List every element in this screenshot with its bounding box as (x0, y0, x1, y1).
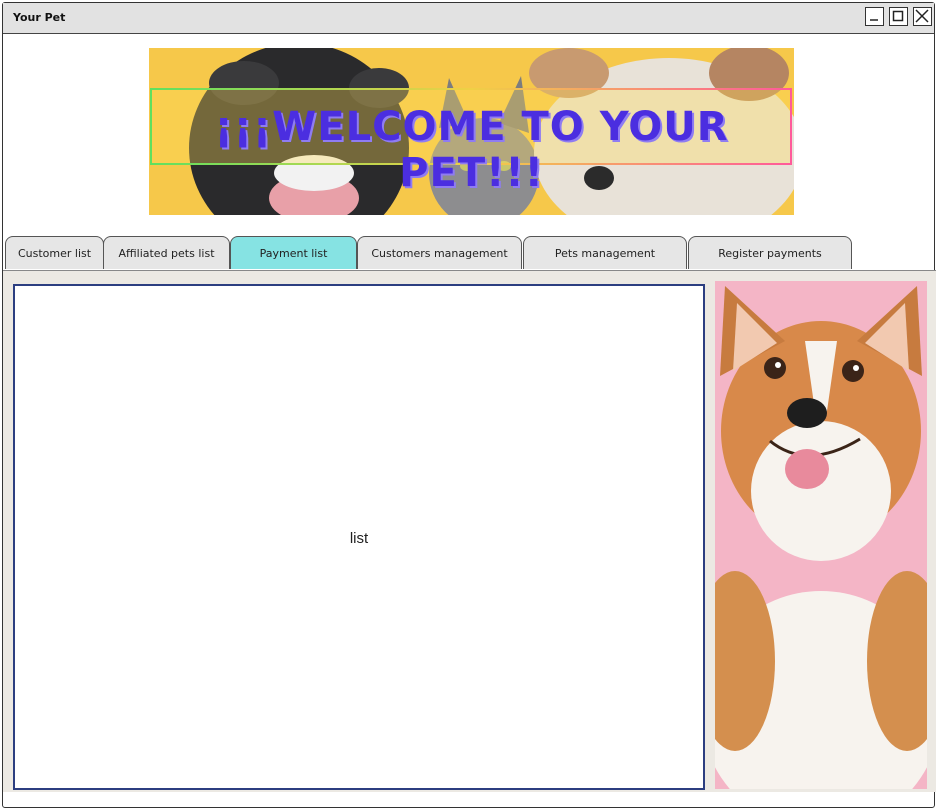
tab-pets-management[interactable]: Pets management (523, 236, 687, 269)
window-title: Your Pet (13, 11, 66, 24)
tab-customer-list[interactable]: Customer list (5, 236, 104, 269)
corgi-image (715, 281, 927, 789)
close-button[interactable] (913, 7, 932, 26)
list-placeholder: list (349, 530, 369, 547)
tab-customers-management[interactable]: Customers management (357, 236, 522, 269)
minimize-icon (870, 19, 878, 21)
app-window: Your Pet ¡¡¡WELCOME TO YOUR PET!!! Custo… (2, 2, 936, 808)
corgi-photo (715, 281, 927, 789)
tab-register-payments[interactable]: Register payments (688, 236, 852, 269)
banner-title: ¡¡¡WELCOME TO YOUR PET!!! (214, 104, 729, 196)
minimize-button[interactable] (865, 7, 884, 26)
maximize-button[interactable] (889, 7, 908, 26)
tab-payment-list[interactable]: Payment list (230, 236, 357, 269)
welcome-banner: ¡¡¡WELCOME TO YOUR PET!!! (149, 48, 794, 215)
tab-bar: Customer list Affiliated pets list Payme… (3, 236, 934, 272)
tab-content-panel: list (3, 270, 936, 792)
payment-list[interactable]: list (13, 284, 705, 790)
close-icon (915, 9, 929, 23)
title-bar[interactable]: Your Pet (3, 3, 934, 34)
maximize-icon (892, 10, 904, 22)
tab-affiliated-pets-list[interactable]: Affiliated pets list (103, 236, 230, 269)
